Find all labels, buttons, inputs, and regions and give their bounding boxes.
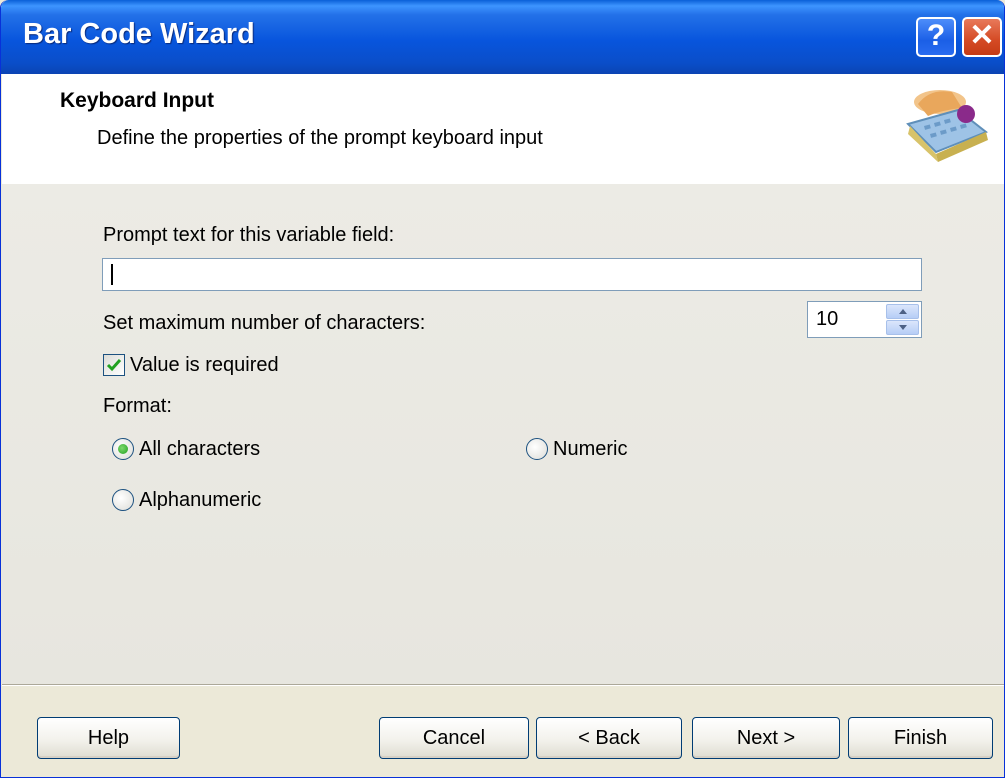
radio-selected-dot [118,444,128,454]
radio-alphanumeric-label: Alphanumeric [139,489,262,511]
footer-divider [2,684,1004,686]
page-subtitle: Define the properties of the prompt keyb… [97,127,543,149]
help-title-button[interactable]: ? [916,17,956,57]
radio-all-characters[interactable] [112,438,134,460]
check-mark-icon [106,359,122,372]
value-required-label: Value is required [130,354,279,376]
format-label: Format: [103,395,172,417]
value-required-checkbox[interactable] [103,354,125,376]
prompt-text-input[interactable] [102,258,922,291]
spinner-buttons [886,304,919,335]
next-button[interactable]: Next > [692,717,840,759]
close-button[interactable]: ✕ [962,17,1002,57]
prompt-text-label: Prompt text for this variable field: [103,224,395,246]
back-button[interactable]: < Back [536,717,682,759]
window-title: Bar Code Wizard [23,18,255,50]
radio-all-characters-label: All characters [139,438,261,460]
radio-numeric-label: Numeric [553,438,628,460]
wizard-content: Prompt text for this variable field: Set… [2,184,1004,684]
max-chars-label: Set maximum number of characters: [103,312,426,334]
spin-up-button[interactable] [886,304,919,319]
wizard-window: Bar Code Wizard ? ✕ Keyboard Input Defin… [0,0,1005,778]
title-bar[interactable]: Bar Code Wizard ? ✕ [1,0,1004,74]
radio-alphanumeric[interactable] [112,489,134,511]
page-title: Keyboard Input [60,89,215,112]
finish-button[interactable]: Finish [848,717,993,759]
keyboard-hand-icon [906,90,988,162]
text-caret [111,264,113,285]
max-chars-value: 10 [816,308,839,330]
cancel-button[interactable]: Cancel [379,717,529,759]
wizard-header: Keyboard Input Define the properties of … [2,74,1004,184]
radio-numeric[interactable] [526,438,548,460]
help-button[interactable]: Help [37,717,180,759]
spin-down-button[interactable] [886,320,919,335]
max-chars-spinner[interactable]: 10 [807,301,922,338]
